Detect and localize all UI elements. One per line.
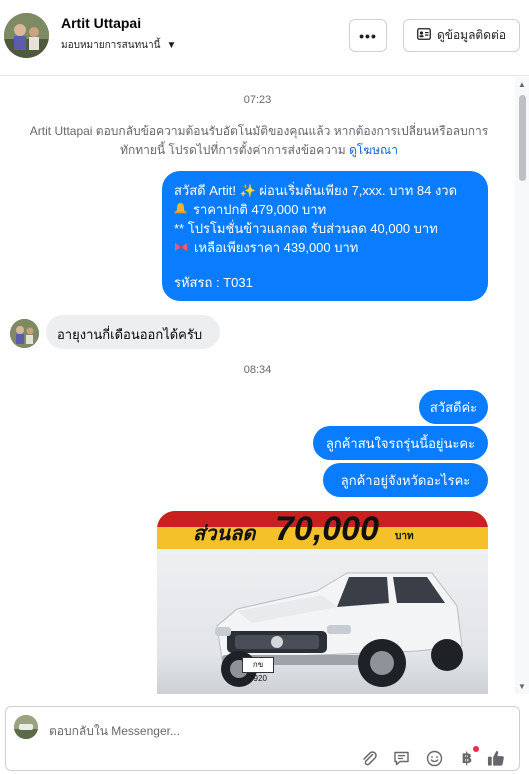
promo-line-text: เหลือเพียงราคา 439,000 บาท bbox=[194, 240, 359, 255]
discount-unit: บาท bbox=[395, 531, 414, 542]
promo-line: เหลือเพียงราคา 439,000 บาท bbox=[174, 238, 476, 257]
discount-amount: 70,000 bbox=[275, 511, 379, 548]
assign-label: มอบหมายการสนทนานี้ bbox=[61, 40, 161, 51]
reply-composer[interactable]: ตอบกลับใน Messenger... ฿ bbox=[5, 706, 520, 771]
like-icon[interactable] bbox=[487, 749, 505, 767]
outgoing-message-bubble[interactable]: ลูกค้าอยู่จังหวัดอะไรคะ bbox=[323, 463, 488, 497]
page-avatar bbox=[14, 715, 38, 739]
promo-line: ราคาปกติ 479,000 บาท bbox=[174, 200, 476, 219]
contact-avatar-small[interactable] bbox=[10, 319, 39, 348]
discount-label: ส่วนลด bbox=[193, 523, 256, 545]
emoji-icon[interactable] bbox=[425, 749, 443, 767]
notification-dot bbox=[473, 746, 479, 752]
caret-down-icon: ▼ bbox=[166, 40, 177, 51]
view-contact-button[interactable]: ดูข้อมูลติดต่อ bbox=[403, 19, 520, 52]
system-note: Artit Uttapai ตอบกลับข้อความต้อนรับอัตโน… bbox=[14, 122, 504, 160]
assign-conversation-dropdown[interactable]: มอบหมายการสนทนานี้ ▼ bbox=[61, 38, 176, 53]
contact-name[interactable]: Artit Uttapai bbox=[61, 15, 141, 31]
more-icon: ••• bbox=[359, 27, 377, 44]
pickup-truck-image bbox=[215, 572, 463, 687]
promo-message-bubble[interactable]: สวัสดี Artit! ✨ ผ่อนเริ่มต้นเพียง 7,xxx.… bbox=[162, 171, 488, 301]
outgoing-message-bubble[interactable]: ลูกค้าสนใจรถรุ่นนี้อยู่นะคะ bbox=[313, 426, 488, 460]
conversation-header: Artit Uttapai มอบหมายการสนทนานี้ ▼ ••• ด… bbox=[0, 0, 529, 76]
promo-line-text: ราคาปกติ 479,000 บาท bbox=[193, 202, 327, 217]
saved-reply-icon[interactable] bbox=[392, 749, 410, 767]
scrollbar-thumb[interactable] bbox=[519, 95, 526, 181]
outgoing-message-bubble[interactable]: สวัสดีค่ะ bbox=[419, 390, 488, 424]
reply-input[interactable]: ตอบกลับใน Messenger... bbox=[49, 722, 180, 741]
timestamp: 08:34 bbox=[243, 364, 272, 376]
scroll-down-arrow-icon[interactable]: ▼ bbox=[518, 682, 526, 691]
bow-icon bbox=[174, 238, 188, 257]
attach-icon[interactable] bbox=[360, 749, 378, 767]
view-contact-label: ดูข้อมูลติดต่อ bbox=[436, 28, 507, 42]
bell-icon bbox=[174, 200, 187, 219]
promo-line: ** โปรโมชั่นข้าวแลกลด รับส่วนลด 40,000 บ… bbox=[174, 221, 438, 236]
promo-line: สวัสดี Artit! ✨ ผ่อนเริ่มต้นเพียง 7,xxx.… bbox=[174, 183, 458, 198]
contact-card-icon bbox=[417, 28, 431, 43]
baht-symbol: ฿ bbox=[461, 750, 473, 767]
promo-line: รหัสรถ : T031 bbox=[174, 275, 253, 290]
scroll-up-arrow-icon[interactable]: ▲ bbox=[518, 80, 526, 89]
inbox-conversation: Artit Uttapai มอบหมายการสนทนานี้ ▼ ••• ด… bbox=[0, 0, 529, 774]
license-plate: กข 7920 bbox=[242, 657, 274, 683]
incoming-message-bubble[interactable]: อายุงานกี่เดือนออกได้ครับ bbox=[46, 315, 220, 349]
car-photo-attachment[interactable]: ส่วนลด 70,000 บาท กข 7920 bbox=[157, 511, 488, 694]
message-thread[interactable]: 07:23 Artit Uttapai ตอบกลับข้อความต้อนรั… bbox=[0, 77, 529, 694]
more-options-button[interactable]: ••• bbox=[349, 19, 387, 52]
view-ad-link[interactable]: ดูโฆษณา bbox=[349, 143, 398, 157]
system-note-text: Artit Uttapai ตอบกลับข้อความต้อนรับอัตโน… bbox=[29, 124, 489, 157]
timestamp: 07:23 bbox=[243, 94, 272, 106]
payment-baht-icon[interactable]: ฿ bbox=[458, 749, 476, 767]
contact-avatar[interactable] bbox=[4, 13, 49, 58]
